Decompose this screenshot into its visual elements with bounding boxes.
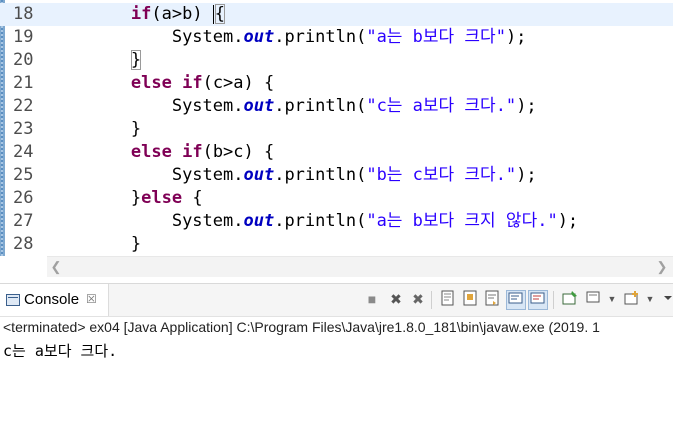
code-line-22[interactable]: 22 System.out.println("c는 a보다 크다."); [0,95,673,118]
code-line-21[interactable]: 21 else if(c>a) { [0,72,673,95]
code-line-20[interactable]: 20 } [0,49,673,72]
line-number: 26 [13,188,34,208]
remove-launch-icon[interactable]: ✖ [387,290,405,308]
console-output[interactable]: c는 a보다 크다. [3,341,117,361]
pin-console-icon[interactable] [561,290,579,308]
code-line-18[interactable]: 18 if(a>b) { [0,3,673,26]
console-tab-label: Console [24,291,80,308]
console-tab-bar: Console ☒ ■ ✖ ✖ ▼ ▼ [0,283,673,317]
code-line-28[interactable]: 28 } [0,233,673,256]
line-number: 21 [13,73,34,93]
line-number: 19 [13,27,34,47]
show-console-on-error-icon[interactable] [528,290,548,310]
code-line-26[interactable]: 26 }else { [0,187,673,210]
code-line-23[interactable]: 23 } [0,118,673,141]
scroll-left-icon[interactable]: ❮ [49,259,63,275]
terminate-icon[interactable]: ■ [363,290,381,308]
code-text[interactable]: else if(c>a) { [49,72,274,95]
line-number: 28 [13,234,34,254]
console-tab[interactable]: Console ☒ [0,284,109,316]
chevron-down-icon[interactable]: ▼ [641,290,659,308]
code-text[interactable]: System.out.println("a는 b보다 크다"); [49,26,527,49]
scroll-lock-icon[interactable] [461,290,479,308]
console-toolbar: ■ ✖ ✖ ▼ ▼ [343,287,673,313]
line-number: 18 [13,4,34,24]
code-text[interactable]: else if(b>c) { [49,141,274,164]
code-text[interactable]: System.out.println("b는 c보다 크다."); [49,164,537,187]
line-number: 27 [13,211,34,231]
word-wrap-icon[interactable] [483,290,501,308]
console-icon [6,294,20,306]
code-text[interactable]: } [49,233,141,256]
toolbar-separator [553,291,554,309]
show-console-on-output-icon[interactable] [506,290,526,310]
close-tab-icon[interactable]: ☒ [86,292,97,306]
code-line-27[interactable]: 27 System.out.println("a는 b보다 크지 않다."); [0,210,673,233]
open-console-icon[interactable] [623,290,641,308]
clear-console-icon[interactable] [439,290,457,308]
display-selected-console-icon[interactable] [585,290,603,308]
line-number: 20 [13,50,34,70]
console-view: Console ☒ ■ ✖ ✖ ▼ ▼ <terminated> ex04 [J… [0,283,673,425]
code-editor[interactable]: 18 if(a>b) { 19 System.out.println("a는 b… [0,0,673,256]
console-status-line: <terminated> ex04 [Java Application] C:\… [3,319,600,335]
line-number: 22 [13,96,34,116]
line-number: 23 [13,119,34,139]
view-menu-icon[interactable] [659,290,673,308]
line-number: 25 [13,165,34,185]
code-text[interactable]: if(a>b) { [49,3,226,26]
code-line-19[interactable]: 19 System.out.println("a는 b보다 크다"); [0,26,673,49]
chevron-down-icon[interactable]: ▼ [603,290,621,308]
code-text[interactable]: System.out.println("a는 b보다 크지 않다."); [49,210,578,233]
code-text[interactable]: }else { [49,187,203,210]
code-text[interactable]: } [49,49,142,72]
matching-bracket: { [214,4,226,24]
matching-bracket: } [130,50,142,70]
code-line-24[interactable]: 24 else if(b>c) { [0,141,673,164]
text-caret [212,4,214,24]
remove-all-terminated-icon[interactable]: ✖ [409,290,427,308]
code-text[interactable]: System.out.println("c는 a보다 크다."); [49,95,537,118]
horizontal-scrollbar[interactable]: ❮ ❯ [47,256,673,277]
line-number: 24 [13,142,34,162]
toolbar-separator [431,291,432,309]
code-text[interactable]: } [49,118,141,141]
scroll-right-icon[interactable]: ❯ [655,259,669,275]
code-line-25[interactable]: 25 System.out.println("b는 c보다 크다."); [0,164,673,187]
